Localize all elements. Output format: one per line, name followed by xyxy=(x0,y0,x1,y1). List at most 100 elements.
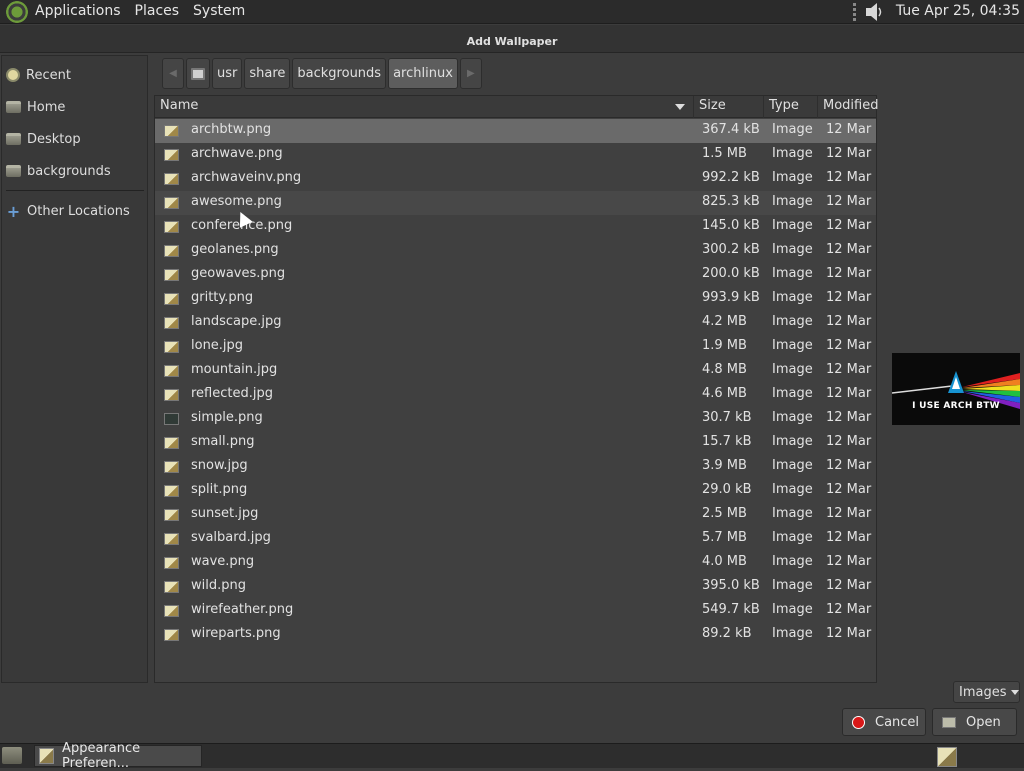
file-type: Image xyxy=(772,458,813,473)
file-name: simple.png xyxy=(191,410,263,425)
file-row[interactable]: lone.jpg 1.9 MB Image 12 Mar xyxy=(155,335,876,359)
file-size: 300.2 kB xyxy=(702,242,760,257)
file-row[interactable]: small.png 15.7 kB Image 12 Mar xyxy=(155,431,876,455)
path-segment-usr[interactable]: usr xyxy=(212,58,243,89)
sidebar-item-label: Home xyxy=(27,99,66,115)
sidebar-item-home[interactable]: Home xyxy=(6,95,144,119)
file-size: 4.0 MB xyxy=(702,554,747,569)
filter-selected-label: Images xyxy=(959,684,1007,700)
file-size: 200.0 kB xyxy=(702,266,760,281)
file-row[interactable]: landscape.jpg 4.2 MB Image 12 Mar xyxy=(155,311,876,335)
sidebar-item-recent[interactable]: Recent xyxy=(6,63,144,87)
file-size: 367.4 kB xyxy=(702,122,760,137)
file-size: 4.6 MB xyxy=(702,386,747,401)
file-row[interactable]: svalbard.jpg 5.7 MB Image 12 Mar xyxy=(155,527,876,551)
folder-icon xyxy=(6,165,21,177)
file-row[interactable]: snow.jpg 3.9 MB Image 12 Mar xyxy=(155,455,876,479)
image-file-icon xyxy=(164,125,179,137)
file-row[interactable]: wireparts.png 89.2 kB Image 12 Mar xyxy=(155,623,876,647)
file-row[interactable]: conference.png 145.0 kB Image 12 Mar xyxy=(155,215,876,239)
file-name: svalbard.jpg xyxy=(191,530,271,545)
file-row[interactable]: reflected.jpg 4.6 MB Image 12 Mar xyxy=(155,383,876,407)
file-size: 549.7 kB xyxy=(702,602,760,617)
file-size: 993.9 kB xyxy=(702,290,760,305)
file-size: 1.5 MB xyxy=(702,146,747,161)
sidebar-item-other-locations[interactable]: + Other Locations xyxy=(6,199,144,223)
column-header-modified[interactable]: Modified xyxy=(818,96,878,118)
file-name: snow.jpg xyxy=(191,458,248,473)
file-row[interactable]: geowaves.png 200.0 kB Image 12 Mar xyxy=(155,263,876,287)
path-scroll-left-button[interactable]: ◀ xyxy=(162,58,184,89)
file-size: 992.2 kB xyxy=(702,170,760,185)
plus-icon: + xyxy=(6,201,21,221)
arch-logo-icon[interactable] xyxy=(6,0,28,23)
column-header-name[interactable]: Name xyxy=(155,96,694,118)
path-root-button[interactable] xyxy=(186,58,210,89)
file-name: sunset.jpg xyxy=(191,506,259,521)
open-button[interactable]: Open xyxy=(932,708,1017,736)
path-segment-share[interactable]: share xyxy=(244,58,291,89)
file-modified: 12 Mar xyxy=(826,242,872,257)
file-name: wild.png xyxy=(191,578,246,593)
file-row[interactable]: awesome.png 825.3 kB Image 12 Mar xyxy=(155,191,876,215)
volume-icon[interactable] xyxy=(864,2,886,22)
file-row[interactable]: split.png 29.0 kB Image 12 Mar xyxy=(155,479,876,503)
panel-handle-icon[interactable] xyxy=(852,3,856,21)
column-header-size[interactable]: Size xyxy=(694,96,764,118)
file-size: 5.7 MB xyxy=(702,530,747,545)
file-size: 89.2 kB xyxy=(702,626,752,641)
file-type: Image xyxy=(772,530,813,545)
file-name: lone.jpg xyxy=(191,338,244,353)
path-segment-backgrounds[interactable]: backgrounds xyxy=(292,58,387,89)
dialog-title: Add Wallpaper xyxy=(0,25,1024,53)
file-row[interactable]: gritty.png 993.9 kB Image 12 Mar xyxy=(155,287,876,311)
menu-places[interactable]: Places xyxy=(128,0,187,24)
file-list-header: Name Size Type Modified xyxy=(155,96,878,118)
appearance-app-icon xyxy=(39,748,55,764)
file-row[interactable]: mountain.jpg 4.8 MB Image 12 Mar xyxy=(155,359,876,383)
file-row[interactable]: simple.png 30.7 kB Image 12 Mar xyxy=(155,407,876,431)
drive-icon xyxy=(191,67,205,80)
file-name: split.png xyxy=(191,482,248,497)
sidebar-item-backgrounds[interactable]: backgrounds xyxy=(6,159,144,183)
file-modified: 12 Mar xyxy=(826,434,872,449)
show-desktop-icon[interactable] xyxy=(2,747,22,764)
file-name: archwave.png xyxy=(191,146,283,161)
file-row[interactable]: sunset.jpg 2.5 MB Image 12 Mar xyxy=(155,503,876,527)
file-row[interactable]: archwave.png 1.5 MB Image 12 Mar xyxy=(155,143,876,167)
file-row[interactable]: wirefeather.png 549.7 kB Image 12 Mar xyxy=(155,599,876,623)
sort-descending-icon xyxy=(675,104,685,110)
file-modified: 12 Mar xyxy=(826,170,872,185)
image-file-icon xyxy=(164,317,179,329)
clock[interactable]: Tue Apr 25, 04:35 xyxy=(894,0,1020,24)
file-row[interactable]: archwaveinv.png 992.2 kB Image 12 Mar xyxy=(155,167,876,191)
file-modified: 12 Mar xyxy=(826,266,872,281)
image-file-icon xyxy=(164,149,179,161)
image-file-icon xyxy=(164,269,179,281)
file-row[interactable]: geolanes.png 300.2 kB Image 12 Mar xyxy=(155,239,876,263)
file-modified: 12 Mar xyxy=(826,410,872,425)
file-row[interactable]: wild.png 395.0 kB Image 12 Mar xyxy=(155,575,876,599)
path-bar: ◀ usr share backgrounds archlinux ▶ xyxy=(162,58,482,90)
file-modified: 12 Mar xyxy=(826,578,872,593)
file-name: small.png xyxy=(191,434,255,449)
file-row[interactable]: wave.png 4.0 MB Image 12 Mar xyxy=(155,551,876,575)
file-row[interactable]: archbtw.png 367.4 kB Image 12 Mar xyxy=(155,119,876,143)
file-modified: 12 Mar xyxy=(826,362,872,377)
column-header-type[interactable]: Type xyxy=(764,96,818,118)
image-file-icon xyxy=(164,509,179,521)
file-type-filter-select[interactable]: Images xyxy=(953,681,1020,703)
menu-applications[interactable]: Applications xyxy=(28,0,128,24)
image-file-icon xyxy=(164,221,179,233)
file-type: Image xyxy=(772,314,813,329)
recent-clock-icon xyxy=(6,68,20,82)
taskbar-item-appearance[interactable]: Appearance Preferen... xyxy=(34,741,202,771)
menu-system[interactable]: System xyxy=(186,0,252,24)
cancel-button[interactable]: Cancel xyxy=(842,708,926,736)
path-scroll-right-button[interactable]: ▶ xyxy=(459,58,482,89)
file-size: 825.3 kB xyxy=(702,194,760,209)
file-list[interactable]: Name Size Type Modified archbtw.png 367.4… xyxy=(154,95,878,683)
path-segment-archlinux[interactable]: archlinux xyxy=(388,58,458,89)
tray-appearance-icon[interactable] xyxy=(937,747,957,767)
sidebar-item-desktop[interactable]: Desktop xyxy=(6,127,144,151)
